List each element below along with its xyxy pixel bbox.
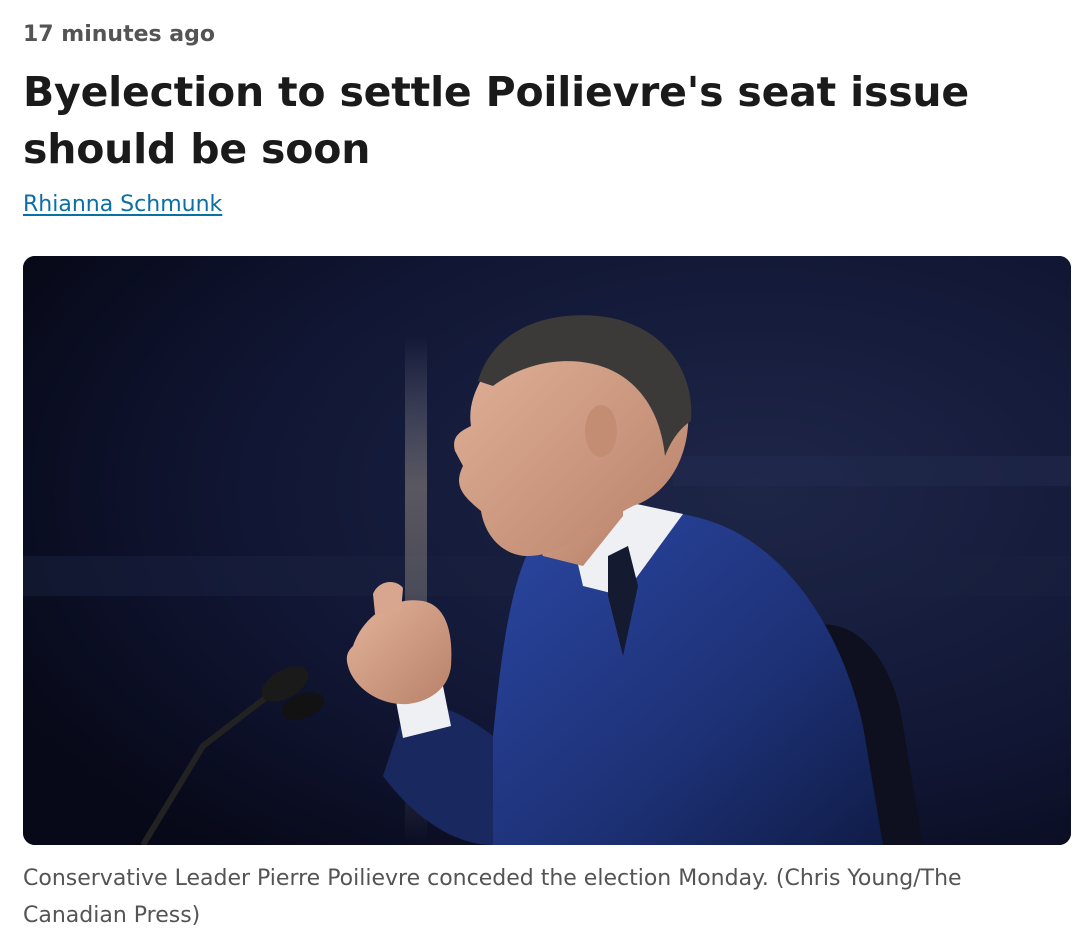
photo-caption: Conservative Leader Pierre Poilievre con… <box>23 866 962 928</box>
timestamp: 17 minutes ago <box>23 22 215 47</box>
headline[interactable]: Byelection to settle Poilievre's seat is… <box>23 64 1053 178</box>
photo-illustration <box>23 256 1071 845</box>
article-photo[interactable] <box>23 256 1071 845</box>
author-link[interactable]: Rhianna Schmunk <box>23 190 222 220</box>
